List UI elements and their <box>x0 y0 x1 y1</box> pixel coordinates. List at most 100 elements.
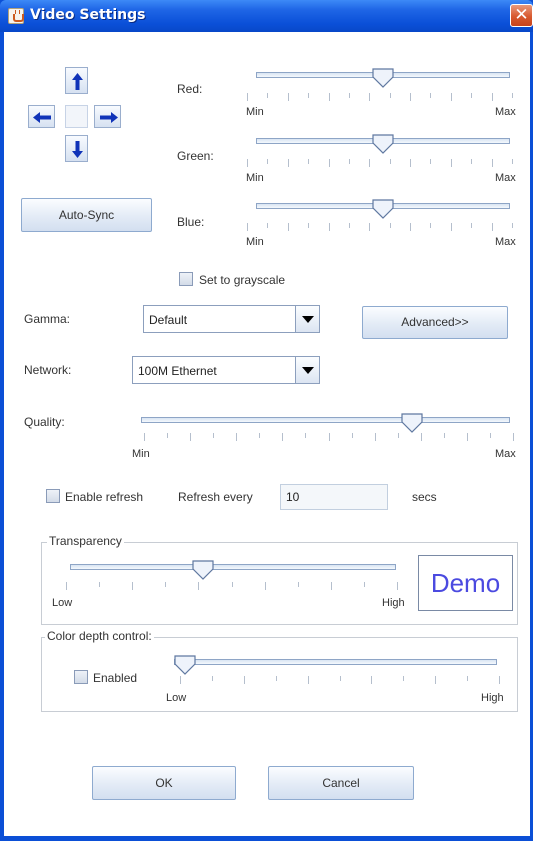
left-arrow-button[interactable] <box>28 105 55 128</box>
tick-mark <box>410 223 411 231</box>
tick-mark <box>340 676 341 681</box>
tick-mark <box>352 433 353 438</box>
tick-mark <box>165 582 166 587</box>
advanced-button[interactable]: Advanced>> <box>362 306 508 339</box>
chevron-down-icon[interactable] <box>295 306 319 332</box>
blue-max-label: Max <box>495 236 516 248</box>
tick-mark <box>349 159 350 164</box>
color-depth-enabled-checkbox[interactable] <box>74 670 88 684</box>
right-arrow-button[interactable] <box>94 105 121 128</box>
title-bar[interactable]: Video Settings ✕ <box>0 0 533 32</box>
tick-mark <box>276 676 277 681</box>
tick-mark <box>212 676 213 681</box>
tick-mark <box>232 582 233 587</box>
transparency-slider-ticks <box>66 582 398 590</box>
red-max-label: Max <box>495 106 516 118</box>
green-slider-ticks <box>247 159 513 167</box>
tick-mark <box>369 223 370 231</box>
quality-slider-track <box>141 417 510 423</box>
tick-mark <box>267 93 268 98</box>
tick-mark <box>244 676 245 684</box>
color-depth-high-label: High <box>481 692 504 704</box>
tick-mark <box>421 433 422 441</box>
transparency-slider-thumb[interactable] <box>191 560 214 580</box>
tick-mark <box>430 223 431 228</box>
red-label: Red: <box>177 82 203 96</box>
tick-mark <box>132 582 133 590</box>
tick-mark <box>198 582 199 590</box>
quality-label: Quality: <box>24 415 65 429</box>
close-button[interactable]: ✕ <box>510 4 533 27</box>
red-slider-thumb[interactable] <box>372 68 394 88</box>
tick-mark <box>247 223 248 231</box>
quality-slider-ticks <box>144 433 514 441</box>
quality-slider-thumb[interactable] <box>401 413 423 433</box>
tick-mark <box>499 676 500 684</box>
auto-sync-button[interactable]: Auto-Sync <box>21 198 152 232</box>
color-depth-title: Color depth control: <box>45 629 154 643</box>
transparency-low-label: Low <box>52 597 73 609</box>
java-cup-icon <box>8 8 24 24</box>
green-max-label: Max <box>495 172 516 184</box>
gamma-select[interactable]: Default <box>143 305 320 333</box>
tick-mark <box>308 676 309 684</box>
tick-mark <box>471 159 472 164</box>
tick-mark <box>375 433 376 441</box>
refresh-interval-field[interactable]: 10 <box>280 484 388 510</box>
down-arrow-icon <box>72 141 83 158</box>
tick-mark <box>259 433 260 438</box>
tick-mark <box>265 582 266 590</box>
tick-mark <box>288 93 289 101</box>
blue-slider-thumb[interactable] <box>372 199 394 219</box>
tick-mark <box>369 93 370 101</box>
refresh-unit-label: secs <box>412 490 437 504</box>
color-depth-slider-thumb[interactable] <box>174 655 196 675</box>
gamma-value: Default <box>149 313 188 327</box>
tick-mark <box>492 159 493 167</box>
tick-mark <box>308 93 309 98</box>
tick-mark <box>288 223 289 231</box>
tick-mark <box>190 433 191 441</box>
transparency-high-label: High <box>382 597 405 609</box>
blue-min-label: Min <box>246 236 264 248</box>
quality-max-label: Max <box>495 448 516 460</box>
tick-mark <box>371 676 372 684</box>
tick-mark <box>451 93 452 101</box>
tick-mark <box>329 433 330 441</box>
chevron-down-icon[interactable] <box>295 357 319 383</box>
up-arrow-button[interactable] <box>65 67 88 94</box>
ok-button[interactable]: OK <box>92 766 236 800</box>
tick-mark <box>403 676 404 681</box>
down-arrow-button[interactable] <box>65 135 88 162</box>
tick-mark <box>471 93 472 98</box>
grayscale-checkbox[interactable] <box>179 272 193 286</box>
tick-mark <box>180 676 181 684</box>
tick-mark <box>492 223 493 231</box>
tick-mark <box>349 93 350 98</box>
transparency-title: Transparency <box>47 534 124 548</box>
refresh-every-label: Refresh every <box>178 490 253 504</box>
dialog-content: Auto-Sync Red: Min Max Green: Min Max Bl… <box>4 32 530 836</box>
tick-mark <box>329 159 330 167</box>
tick-mark <box>167 433 168 438</box>
network-select[interactable]: 100M Ethernet <box>132 356 320 384</box>
tick-mark <box>298 582 299 587</box>
grayscale-label: Set to grayscale <box>199 273 286 287</box>
window-title: Video Settings <box>30 7 146 23</box>
tick-mark <box>288 159 289 167</box>
arrow-pad-center <box>65 105 88 128</box>
tick-mark <box>66 582 67 590</box>
tick-mark <box>247 93 248 101</box>
quality-min-label: Min <box>132 448 150 460</box>
cancel-button[interactable]: Cancel <box>268 766 414 800</box>
tick-mark <box>451 159 452 167</box>
green-slider-thumb[interactable] <box>372 134 394 154</box>
tick-mark <box>99 582 100 587</box>
red-min-label: Min <box>246 106 264 118</box>
enable-refresh-label: Enable refresh <box>65 490 144 504</box>
tick-mark <box>329 223 330 231</box>
tick-mark <box>435 676 436 684</box>
enable-refresh-checkbox[interactable] <box>46 489 60 503</box>
tick-mark <box>467 433 468 441</box>
tick-mark <box>397 582 398 590</box>
